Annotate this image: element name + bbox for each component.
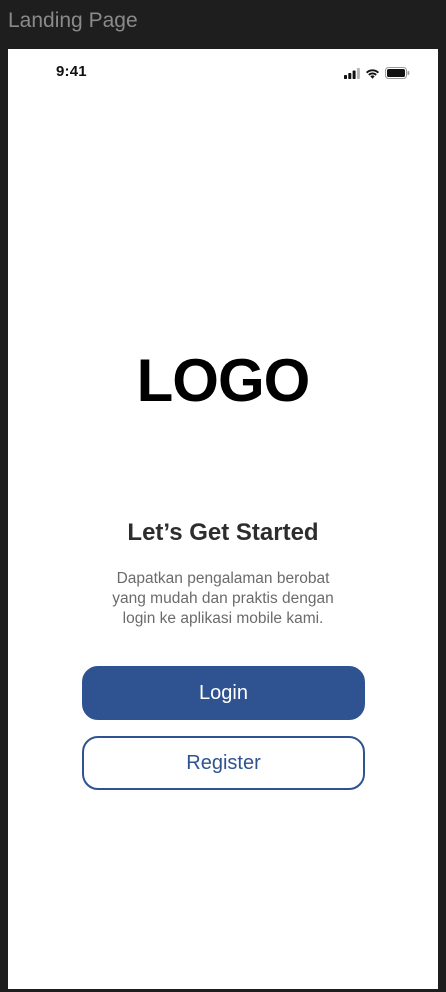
login-button[interactable]: Login	[82, 666, 365, 720]
subtitle-line: Dapatkan pengalaman berobat	[116, 570, 330, 587]
phone-screen: 9:41 LOGO Let’s Get Started Dapatkan pen…	[8, 49, 438, 989]
frame-title: Landing Page	[8, 9, 138, 32]
battery-icon	[385, 66, 410, 84]
signal-icon	[344, 66, 360, 84]
page-title: Let’s Get Started	[127, 519, 319, 546]
status-icons	[344, 66, 410, 84]
wifi-icon	[365, 66, 380, 84]
status-bar: 9:41	[8, 49, 438, 93]
page-subtitle: Dapatkan pengalaman berobat yang mudah d…	[8, 569, 438, 629]
subtitle-line: login ke aplikasi mobile kami.	[122, 610, 324, 627]
app-logo: LOGO	[136, 347, 311, 414]
register-button[interactable]: Register	[82, 736, 365, 790]
subtitle-line: yang mudah dan praktis dengan	[112, 590, 334, 607]
status-time: 9:41	[56, 63, 87, 80]
